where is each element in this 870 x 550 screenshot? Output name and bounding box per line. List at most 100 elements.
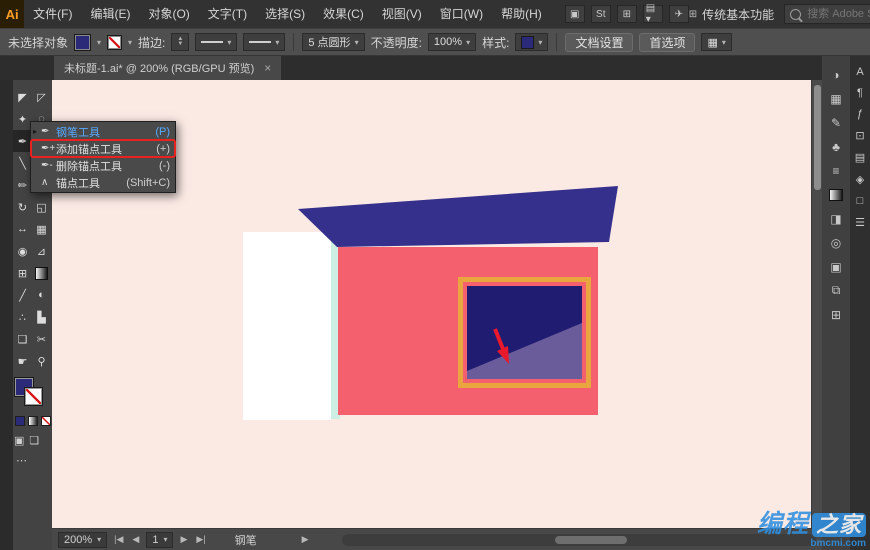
direct-selection-tool-icon: ◸ — [37, 91, 46, 104]
change-screen-mode-button[interactable]: ❏ — [29, 434, 39, 447]
stroke-color-swatch[interactable] — [107, 34, 123, 50]
add-anchor-point-tool-menu-item[interactable]: ✒+ 添加锚点工具 (+) — [30, 139, 176, 158]
align-panel-icon[interactable]: ▤ — [855, 151, 865, 164]
layers-panel-icon[interactable]: ⧉ — [825, 282, 847, 299]
document-setup-button[interactable]: 文档设置 — [565, 32, 634, 52]
menu-type[interactable]: 文字(T) — [199, 0, 256, 28]
panel-options-dropdown[interactable]: ▦ ▾ — [701, 33, 732, 51]
menu-edit[interactable]: 编辑(E) — [81, 0, 139, 28]
vertical-scrollbar-thumb[interactable] — [814, 85, 821, 190]
vertical-scrollbar[interactable] — [811, 80, 822, 528]
stock-search-input[interactable] — [805, 7, 870, 21]
brush-definition-dropdown[interactable]: ▾ — [243, 33, 286, 51]
menu-object[interactable]: 对象(O) — [139, 0, 198, 28]
zoom-tool[interactable]: ⚲ — [32, 350, 51, 372]
fill-chevron-icon[interactable]: ▾ — [97, 38, 101, 47]
selection-tool[interactable]: ◤ — [13, 86, 32, 108]
color-button[interactable] — [15, 416, 25, 426]
gradient-panel-icon[interactable] — [825, 186, 847, 203]
width-profile-dropdown[interactable]: ▾ — [195, 33, 238, 51]
hand-tool[interactable]: ☛ — [13, 350, 32, 372]
horizontal-scrollbar-thumb[interactable] — [555, 535, 628, 544]
grid-view-icon[interactable]: ⊞ — [616, 5, 637, 23]
transform-panel-icon[interactable]: □ — [857, 195, 864, 207]
swatches-panel-icon[interactable]: ▦ — [825, 90, 847, 107]
anchor-point-tool-menu-item[interactable]: ∧ 锚点工具 (Shift+C) — [31, 174, 175, 191]
symbol-sprayer-tool[interactable]: ∴ — [13, 306, 32, 328]
paragraph-panel-icon[interactable]: ¶ — [857, 87, 863, 99]
style-dropdown[interactable]: ▾ — [515, 33, 549, 51]
shape-builder-tool[interactable]: ◉ — [13, 240, 32, 262]
menu-bar: Ai 文件(F) 编辑(E) 对象(O) 文字(T) 选择(S) 效果(C) 视图(V) 窗口… — [0, 0, 870, 28]
artboard-tool[interactable]: ❏ — [13, 328, 32, 350]
free-transform-tool[interactable]: ▦ — [32, 218, 51, 240]
brushes-panel-icon[interactable]: ✎ — [825, 114, 847, 131]
scale-tool[interactable]: ◱ — [32, 196, 51, 218]
glyphs-panel-icon[interactable]: ⊡ — [855, 129, 864, 142]
mesh-tool[interactable]: ⊞ — [13, 262, 32, 284]
symbols-panel-icon[interactable]: ♣ — [825, 138, 847, 155]
slice-tool[interactable]: ✂ — [32, 328, 51, 350]
stepper-arrows-icon[interactable]: ▲ ▼ — [177, 36, 183, 47]
graphic-styles-panel-icon[interactable]: ▣ — [825, 258, 847, 275]
drawing-modes-button[interactable]: ▣ — [14, 434, 24, 447]
blend-tool[interactable]: ◐ — [32, 284, 51, 306]
opentype-panel-icon[interactable]: ƒ — [857, 108, 863, 120]
horizontal-scrollbar[interactable] — [341, 533, 816, 546]
transparency-panel-icon[interactable]: ◨ — [825, 210, 847, 227]
gradient-button[interactable] — [28, 416, 38, 426]
eyedropper-tool[interactable]: ╱ — [13, 284, 32, 306]
width-tool[interactable]: ↔ — [13, 218, 32, 240]
pen-tool-menu-item[interactable]: ▸ ✒ 钢笔工具 (P) — [31, 123, 175, 140]
next-artboard-icon[interactable]: ▶ — [178, 534, 189, 545]
toolbar-stroke-swatch[interactable] — [24, 387, 43, 406]
navigator-panel-icon[interactable]: ☰ — [855, 216, 865, 229]
gradient-tool[interactable] — [32, 262, 51, 284]
close-tab-icon[interactable]: × — [264, 62, 271, 74]
share-icon[interactable]: ✈ — [668, 5, 689, 23]
previous-artboard-icon[interactable]: ◀ — [130, 534, 141, 545]
menu-effect[interactable]: 效果(C) — [314, 0, 373, 28]
column-graph-tool[interactable]: ▙ — [32, 306, 51, 328]
zoom-level-dropdown[interactable]: 200% ▾ — [58, 531, 108, 548]
gradient-tool-icon — [35, 266, 48, 280]
menu-view[interactable]: 视图(V) — [373, 0, 431, 28]
workspace-switcher[interactable]: ⊞ 传统基本功能 — [689, 6, 774, 23]
stroke-panel-icon[interactable]: ≡ — [825, 162, 847, 179]
direct-selection-tool[interactable]: ◸ — [32, 86, 51, 108]
brush-name-dropdown[interactable]: 5 点圆形 ▾ — [302, 33, 365, 51]
artboards-panel-icon[interactable]: ⊞ — [825, 306, 847, 323]
fill-color-swatch[interactable] — [74, 33, 92, 51]
brush-stroke-preview-icon — [249, 41, 272, 43]
panel-options-chevron-icon: ▾ — [721, 37, 726, 47]
last-artboard-icon[interactable]: ▶| — [194, 534, 207, 545]
character-panel-icon[interactable]: A — [856, 66, 863, 78]
appearance-panel-icon[interactable]: ◎ — [825, 234, 847, 251]
workspace-layout-icon[interactable]: ▤ ▾ — [642, 3, 663, 25]
stroke-weight-stepper[interactable]: ▲ ▼ — [171, 33, 190, 51]
perspective-grid-tool[interactable]: ⊿ — [32, 240, 51, 262]
pathfinder-panel-icon[interactable]: ◈ — [856, 173, 864, 186]
menu-select[interactable]: 选择(S) — [256, 0, 314, 28]
document-arrange-icon[interactable]: ▣ — [564, 5, 585, 23]
none-button[interactable] — [41, 416, 51, 426]
perspective-grid-tool-icon: ⊿ — [36, 245, 47, 258]
stock-icon[interactable]: St — [590, 5, 611, 23]
delete-anchor-point-tool-menu-item[interactable]: ✒- 删除锚点工具 (-) — [31, 157, 175, 174]
menu-window[interactable]: 窗口(W) — [431, 0, 492, 28]
document-tab[interactable]: 未标题-1.ai* @ 200% (RGB/GPU 预览) × — [54, 56, 282, 80]
first-artboard-icon[interactable]: |◀ — [112, 534, 125, 545]
status-popup-icon[interactable]: ▶ — [302, 534, 309, 545]
preferences-button[interactable]: 首选项 — [639, 32, 696, 52]
search-icon — [790, 8, 802, 20]
opacity-dropdown[interactable]: 100% ▾ — [427, 33, 477, 51]
color-panel-icon[interactable]: ◑ — [825, 66, 847, 83]
menu-help[interactable]: 帮助(H) — [492, 0, 551, 28]
edit-toolbar-button[interactable]: ⋯ — [16, 455, 27, 467]
artboard-number-dropdown[interactable]: 1 ▾ — [146, 531, 174, 548]
menu-file[interactable]: 文件(F) — [24, 0, 81, 28]
rotate-tool[interactable]: ↻ — [13, 196, 32, 218]
stock-search[interactable] — [784, 4, 870, 24]
brush-name-chevron-icon: ▾ — [354, 37, 359, 47]
stroke-chevron-icon[interactable]: ▾ — [128, 38, 132, 47]
